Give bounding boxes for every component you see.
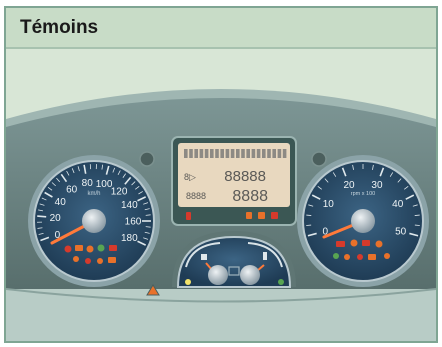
lcd-bar-segment (220, 149, 224, 158)
warning-lamp-icon (350, 239, 358, 247)
lcd-bar-segment (194, 149, 198, 158)
tach-tick-label: 20 (343, 180, 355, 191)
speed-unit: km/h (87, 191, 100, 197)
speed-tick-label: 60 (66, 185, 78, 196)
fuel-icon (201, 254, 207, 260)
temp-hub (240, 265, 260, 285)
warning-lights-panel: Témoins 0 20 40 60 80 100 120 140 160 18… (4, 6, 438, 343)
lcd-bar-segment (262, 149, 266, 158)
tach-hub (351, 209, 375, 233)
lcd-bar-segment (225, 149, 230, 158)
warning-lamp-icon (271, 212, 278, 219)
lcd-bar-segment (230, 149, 235, 158)
page-title: Témoins (20, 16, 99, 38)
speed-tick (145, 226, 151, 228)
tach-tick-label: 50 (395, 227, 407, 238)
warning-lamp-icon (73, 256, 79, 262)
warning-lamp-icon (186, 212, 191, 220)
warning-lamp-icon (344, 254, 350, 260)
warning-lamp-icon (246, 212, 252, 219)
lcd-bar-segment (282, 149, 287, 158)
panel-header: Témoins (6, 8, 436, 49)
lcd-bar-segment (267, 149, 271, 158)
lcd-bar-segment (272, 149, 276, 158)
speed-tick-label: 80 (82, 178, 94, 189)
lcd-bar-segment (241, 149, 245, 158)
lcd-speaker-icon: 8▷ (184, 172, 196, 182)
fuel-hub (208, 265, 228, 285)
lcd-bar-segment (215, 149, 219, 158)
lcd-bar-segment (189, 149, 193, 158)
lcd-bar-segment (210, 149, 214, 158)
lcd-bar-segment (246, 149, 250, 158)
speed-tick-label: 180 (121, 233, 138, 244)
speed-tick-label: 140 (121, 200, 138, 211)
warning-lamp-icon (109, 245, 117, 251)
warning-lamp-icon (384, 253, 390, 259)
warning-lamp-icon (258, 212, 265, 219)
tachometer: 01020 304050 rpm x 100 (297, 155, 429, 287)
lcd-bar-segment (251, 149, 256, 158)
warning-lamp-icon (86, 245, 94, 253)
left-knob (139, 151, 155, 167)
warning-lamp-icon (185, 279, 191, 285)
warning-lamp-icon (375, 240, 383, 248)
tach-tick-label: 30 (371, 180, 383, 191)
warning-lamp-icon (64, 245, 72, 253)
lcd-bar-segment (256, 149, 261, 158)
lcd-bar-segment (277, 149, 282, 158)
warning-lamp-icon (368, 254, 376, 260)
warning-lamp-icon (85, 258, 91, 264)
speed-tick-label: 40 (55, 197, 67, 208)
warning-lamp-icon (278, 279, 284, 285)
tach-tick-label: 40 (392, 199, 404, 210)
warning-lamp-icon (362, 240, 370, 246)
warning-lamp-icon (97, 244, 105, 252)
lcd-clock: 88888 (224, 168, 266, 185)
speed-tick-label: 160 (125, 217, 142, 228)
speed-tick-label: 20 (50, 213, 62, 224)
speed-tick (145, 214, 151, 216)
warning-lamp-icon (333, 253, 339, 259)
central-display: 88888 8888 8888 8▷ (171, 136, 297, 226)
warning-lamp-icon (336, 241, 345, 247)
lcd-bar-segment (236, 149, 240, 158)
tach-tick (414, 214, 420, 216)
speed-hub (82, 209, 106, 233)
lcd-bar-segment (184, 149, 188, 158)
tach-tick (306, 214, 312, 216)
lcd-bar-segment (199, 149, 204, 158)
warning-lamp-icon (108, 257, 116, 263)
speed-tick-label: 120 (111, 187, 128, 198)
lcd-bar-segment (204, 149, 209, 158)
lcd-odometer: 8888 (186, 191, 206, 201)
tach-unit: rpm x 100 (351, 191, 375, 197)
speed-tick (37, 215, 47, 218)
warning-lamp-icon (97, 258, 103, 264)
speedometer: 020406080 100120140160180 km/h (28, 155, 160, 287)
warning-lamp-icon (75, 245, 83, 251)
temp-icon (263, 252, 267, 260)
tach-tick-label: 10 (323, 199, 335, 210)
lcd-trip: 8888 (232, 188, 268, 205)
instrument-cluster-illustration: 020406080 100120140160180 km/h 01020 30405… (6, 49, 436, 341)
warning-lamp-icon (357, 254, 363, 260)
right-knob (311, 151, 327, 167)
